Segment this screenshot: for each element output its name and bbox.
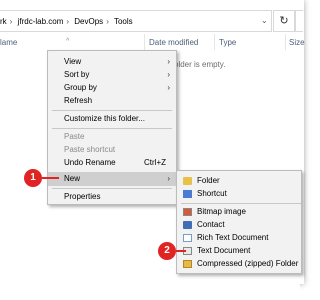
menu-item-refresh[interactable]: Refresh — [48, 94, 176, 108]
refresh-icon: ↻ — [279, 15, 289, 27]
step-badge-2: 2 — [158, 242, 176, 260]
submenu-item-label: Bitmap image — [197, 207, 246, 216]
submenu-item-label: Rich Text Document — [197, 233, 269, 242]
breadcrumb-separator-icon: › — [66, 17, 70, 26]
empty-folder-message: older is empty. — [174, 60, 226, 69]
refresh-button[interactable]: ↻ — [273, 10, 295, 32]
menu-item-paste[interactable]: Paste — [48, 130, 176, 144]
bitmap-image-icon — [183, 208, 192, 216]
submenu-item-label: Compressed (zipped) Folder — [197, 259, 299, 268]
menu-item-label: View — [64, 57, 82, 66]
breadcrumb-item[interactable]: Tools — [114, 17, 133, 26]
submenu-item-label: Folder — [197, 176, 220, 185]
submenu-item-shortcut[interactable]: Shortcut — [177, 187, 301, 201]
search-icon — [296, 16, 298, 25]
address-bar[interactable]: rk › jfrdc-lab.com › DevOps › Tools ⌄ — [0, 10, 272, 32]
submenu-item-contact[interactable]: Contact — [177, 218, 301, 232]
column-size[interactable]: Size — [289, 38, 305, 47]
menu-item-label: Properties — [64, 192, 101, 201]
menu-item-group-by[interactable]: Group by › — [48, 81, 176, 95]
contact-icon — [183, 221, 192, 229]
submenu-item-bitmap[interactable]: Bitmap image — [177, 205, 301, 219]
menu-item-view[interactable]: View › — [48, 55, 176, 69]
menu-item-label: Paste shortcut — [64, 145, 116, 154]
menu-item-undo-rename[interactable]: Undo Rename Ctrl+Z — [48, 156, 176, 170]
step-badge-1: 1 — [24, 169, 42, 187]
column-divider[interactable] — [214, 34, 215, 50]
column-divider[interactable] — [144, 34, 145, 50]
folder-icon — [183, 177, 192, 185]
submenu-item-text-document[interactable]: Text Document — [177, 244, 301, 258]
submenu-item-rich-text[interactable]: Rich Text Document — [177, 231, 301, 245]
breadcrumb: rk › jfrdc-lab.com › DevOps › Tools — [0, 17, 136, 26]
menu-item-label: Sort by — [64, 70, 90, 79]
menu-item-label: Group by — [64, 83, 97, 92]
annotation-line — [42, 177, 59, 179]
zip-folder-icon — [183, 260, 192, 268]
submenu-item-folder[interactable]: Folder — [177, 174, 301, 188]
menu-item-label: Undo Rename — [64, 158, 116, 167]
search-box[interactable] — [295, 10, 303, 32]
column-type[interactable]: Type — [219, 38, 236, 47]
context-menu: View › Sort by › Group by › Refresh Customi… — [47, 50, 177, 205]
menu-item-label: Customize this folder... — [64, 114, 145, 123]
chevron-right-icon: › — [167, 57, 170, 66]
submenu-item-zip[interactable]: Compressed (zipped) Folder — [177, 257, 301, 271]
breadcrumb-item[interactable]: jfrdc-lab.com — [18, 17, 64, 26]
menu-item-paste-shortcut[interactable]: Paste shortcut — [48, 143, 176, 157]
menu-item-new[interactable]: New › — [48, 172, 176, 186]
menu-item-label: Refresh — [64, 96, 93, 105]
column-header: ^ lame Date modified Type Size — [0, 32, 305, 52]
submenu-item-label: Shortcut — [197, 189, 227, 198]
menu-item-properties[interactable]: Properties — [48, 190, 176, 204]
menu-item-label: New — [64, 174, 81, 183]
menu-item-sort-by[interactable]: Sort by › — [48, 68, 176, 82]
chevron-right-icon: › — [167, 174, 170, 183]
column-name[interactable]: lame — [0, 38, 17, 47]
menu-divider — [52, 188, 172, 189]
rich-text-document-icon — [183, 234, 192, 242]
column-divider[interactable] — [285, 34, 286, 50]
menu-divider — [52, 110, 172, 111]
chevron-right-icon: › — [167, 83, 170, 92]
breadcrumb-separator-icon: › — [9, 17, 13, 26]
shortcut-icon — [183, 190, 192, 198]
submenu-item-label: Text Document — [197, 246, 251, 255]
chevron-right-icon: › — [167, 70, 170, 79]
breadcrumb-separator-icon: › — [106, 17, 109, 26]
menu-divider — [181, 203, 301, 204]
submenu-item-label: Contact — [197, 220, 225, 229]
menu-item-label: Paste — [64, 132, 85, 141]
column-date-modified[interactable]: Date modified — [149, 38, 198, 47]
menu-item-customize[interactable]: Customize this folder... — [48, 112, 176, 126]
breadcrumb-item[interactable]: DevOps — [74, 17, 103, 26]
breadcrumb-item[interactable]: rk — [0, 17, 7, 26]
chevron-down-icon[interactable]: ⌄ — [261, 16, 268, 25]
annotation-line — [176, 250, 186, 252]
menu-item-shortcut: Ctrl+Z — [144, 158, 166, 167]
desktop-background — [0, 284, 300, 300]
sort-ascending-icon: ^ — [66, 38, 70, 45]
new-submenu: Folder Shortcut Bitmap image Contact Ric… — [176, 170, 302, 274]
menu-divider — [52, 128, 172, 129]
